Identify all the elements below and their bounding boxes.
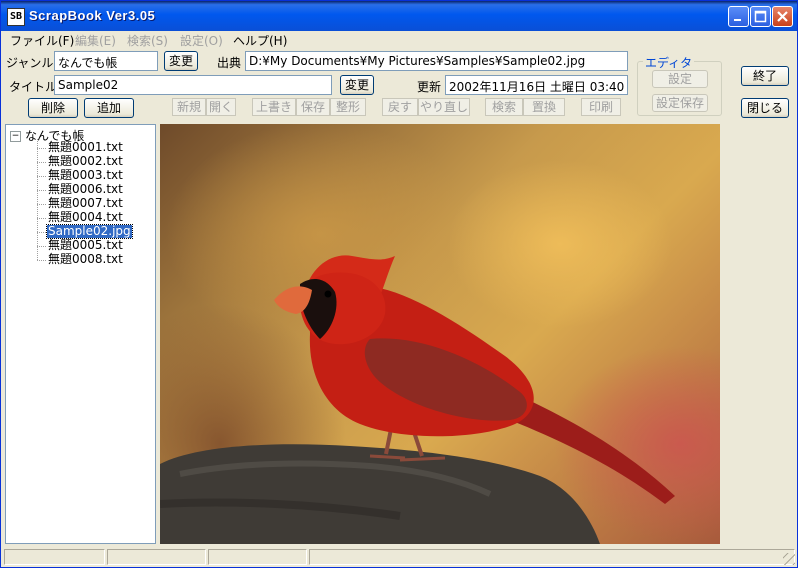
image-preview-pane [160, 124, 723, 544]
tree-connector [37, 204, 46, 205]
tree-item[interactable]: 無題0003.txt [47, 169, 124, 182]
editor-group-title: エディタ [643, 54, 695, 71]
app-window: SB ScrapBook Ver3.05 ファイル(F) 編集(E) 検索(S)… [0, 0, 798, 568]
genre-change-button[interactable]: 変更 [164, 51, 198, 71]
maximize-icon [754, 10, 767, 23]
tree-item[interactable]: 無題0007.txt [47, 197, 124, 210]
menu-file[interactable]: ファイル(F) [10, 32, 74, 49]
maximize-button[interactable] [750, 6, 771, 27]
editor-save-settings-button[interactable]: 設定保存 [652, 94, 708, 112]
status-cell [309, 549, 795, 565]
genre-label: ジャンル [6, 56, 54, 70]
status-bar [1, 547, 797, 567]
tree-connector [37, 232, 46, 233]
window-title: ScrapBook Ver3.05 [29, 8, 156, 23]
tree-connector [37, 218, 46, 219]
tree-item-selected[interactable]: Sample02.jpg [46, 224, 133, 239]
status-cell [107, 549, 206, 565]
title-field[interactable]: Sample02 [54, 75, 332, 95]
resize-grip-icon[interactable] [783, 553, 795, 565]
tree-connector [37, 176, 46, 177]
app-icon[interactable]: SB [7, 8, 25, 26]
format-button[interactable]: 整形 [330, 98, 366, 116]
tree-item[interactable]: 無題0004.txt [47, 211, 124, 224]
open-button[interactable]: 開く [206, 98, 236, 116]
status-cell [4, 549, 105, 565]
editor-settings-button[interactable]: 設定 [652, 70, 708, 88]
source-label: 出典 [217, 56, 242, 70]
tree-item[interactable]: 無題0005.txt [47, 239, 124, 252]
replace-button[interactable]: 置換 [523, 98, 565, 116]
collapse-icon[interactable]: − [10, 131, 21, 142]
title-bar[interactable]: SB ScrapBook Ver3.05 [1, 1, 797, 31]
status-cell [208, 549, 307, 565]
tree-connector [37, 246, 46, 247]
redo-button[interactable]: やり直し [418, 98, 470, 116]
cardinal-illustration [160, 255, 675, 544]
delete-button[interactable]: 削除 [28, 98, 78, 118]
tree-item[interactable]: 無題0006.txt [47, 183, 124, 196]
source-field[interactable]: D:¥My Documents¥My Pictures¥Samples¥Samp… [245, 51, 628, 71]
tree-connector [37, 162, 46, 163]
tree-item[interactable]: 無題0008.txt [47, 253, 124, 266]
minimize-icon [734, 19, 741, 21]
save-button[interactable]: 保存 [296, 98, 330, 116]
file-tree[interactable]: − なんでも帳 無題0001.txt 無題0002.txt 無題0003.txt … [5, 124, 156, 544]
menu-edit[interactable]: 編集(E) [75, 32, 116, 49]
genre-field[interactable]: なんでも帳 [54, 51, 158, 71]
exit-button[interactable]: 終了 [741, 66, 789, 86]
title-label: タイトル [9, 80, 58, 94]
print-button[interactable]: 印刷 [581, 98, 621, 116]
tree-connector [37, 139, 38, 260]
menu-help[interactable]: ヘルプ(H) [233, 32, 287, 49]
menu-search[interactable]: 検索(S) [127, 32, 168, 49]
new-button[interactable]: 新規 [172, 98, 206, 116]
overwrite-button[interactable]: 上書き [252, 98, 296, 116]
tree-connector [37, 148, 46, 149]
tree-connector [37, 190, 46, 191]
add-button[interactable]: 追加 [84, 98, 134, 118]
undo-button[interactable]: 戻す [382, 98, 418, 116]
tree-connector [37, 260, 46, 261]
close-window-button[interactable] [772, 6, 793, 27]
title-change-button[interactable]: 変更 [340, 75, 374, 95]
menu-settings[interactable]: 設定(O) [180, 32, 223, 49]
updated-label: 更新 [417, 80, 442, 94]
cardinal-photo [160, 124, 720, 544]
tree-item[interactable]: 無題0001.txt [47, 141, 124, 154]
minimize-button[interactable] [728, 6, 749, 27]
menu-bar: ファイル(F) 編集(E) 検索(S) 設定(O) ヘルプ(H) [1, 31, 797, 49]
close-icon [777, 11, 788, 22]
tree-item[interactable]: 無題0002.txt [47, 155, 124, 168]
close-button[interactable]: 閉じる [741, 98, 789, 118]
search-button[interactable]: 検索 [485, 98, 523, 116]
updated-field: 2002年11月16日 土曜日 03:40 PM [445, 75, 628, 95]
